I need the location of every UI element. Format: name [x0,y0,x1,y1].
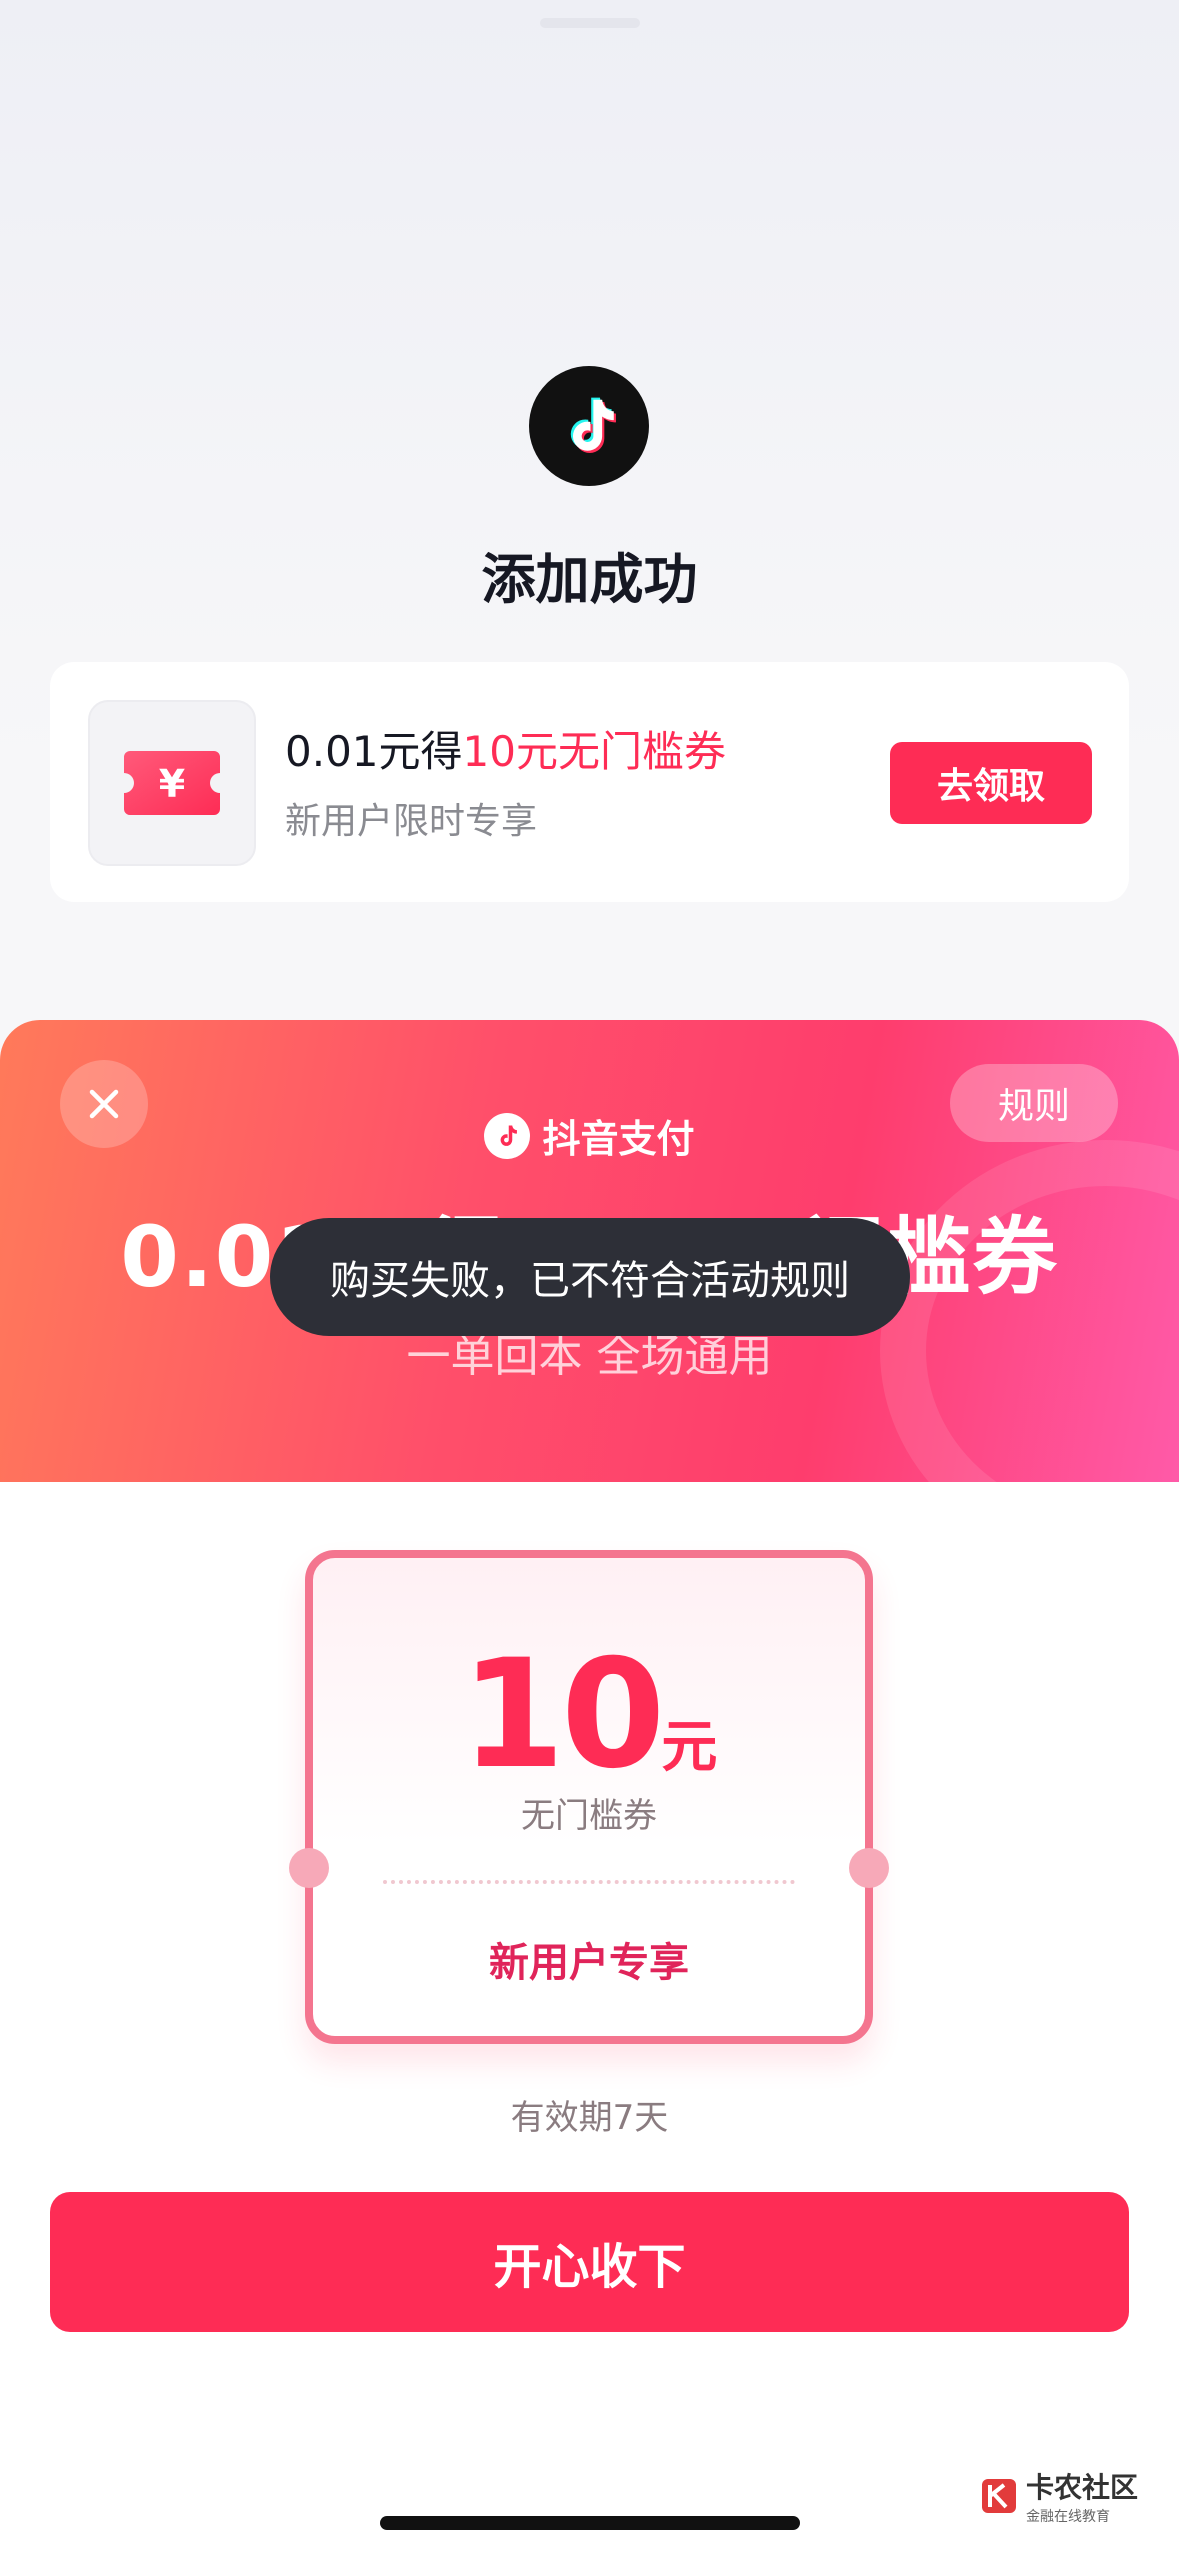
sheet-handle[interactable] [540,18,640,28]
coupon-notch-left [289,1848,329,1888]
offer-icon-box: ¥ [88,700,256,866]
coupon-tag: 新用户专享 [489,1940,689,1986]
offer-title-prefix: 0.01元得 [285,727,463,776]
offer-title: 0.01元得10元无门槛券 [285,718,726,779]
validity-text: 有效期7天 [510,2098,669,2138]
coupon-ticket: 10元 无门槛券 新用户专享 [289,1550,889,2044]
douyin-logo [529,366,649,486]
pay-brand-name: 抖音支付 [542,1117,695,1161]
watermark-subtitle: 金融在线教育 [1026,2509,1110,2525]
offer-subtitle: 新用户限时专享 [285,801,538,842]
coupon-amount: 10元 [313,1628,865,1802]
home-indicator[interactable] [380,2516,800,2530]
yuan-ticket-icon: ¥ [124,751,220,815]
coupon-type: 无门槛券 [521,1796,657,1836]
watermark-title: 卡农社区 [1026,2471,1139,2504]
douyin-mini-icon [484,1112,531,1159]
accept-button[interactable]: 开心收下 [50,2192,1129,2332]
music-note-icon [570,397,616,453]
success-title: 添加成功 [481,548,698,611]
coupon-amount-unit: 元 [661,1715,718,1780]
watermark-text: 卡农社区 金融在线教育 [1026,2466,1138,2526]
coupon-amount-value: 10 [460,1628,666,1802]
offer-card: ¥ 0.01元得10元无门槛券 新用户限时专享 去领取 [50,662,1129,902]
watermark-logo-icon [982,2479,1016,2513]
coupon-divider [383,1880,795,1884]
toast: 购买失败，已不符合活动规则 [270,1218,910,1336]
svg-text:¥: ¥ [159,762,185,806]
watermark: 卡农社区 金融在线教育 [980,2466,1138,2526]
offer-title-highlight: 10元无门槛券 [462,727,726,776]
coupon-notch-right [849,1848,889,1888]
claim-button[interactable]: 去领取 [890,742,1092,824]
pay-brand: 抖音支付 [0,1108,1179,1163]
